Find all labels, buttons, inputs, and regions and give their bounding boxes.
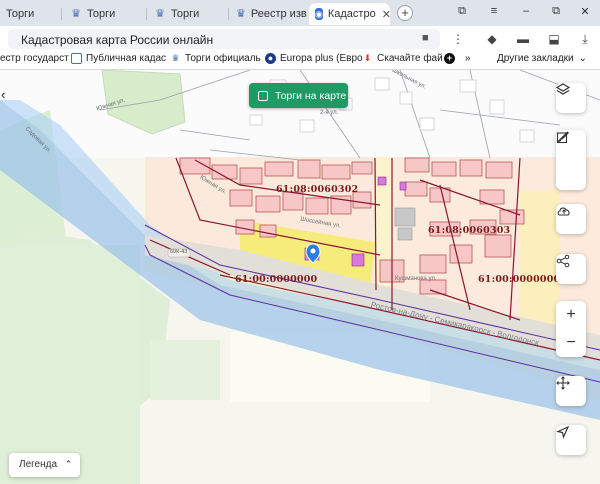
bookmark-label: Торги официаль xyxy=(185,53,261,64)
geolocation-control xyxy=(556,425,586,455)
extension-icon[interactable]: ◆ xyxy=(483,30,501,48)
street-label: Кушманова ул. xyxy=(395,276,437,282)
torgi-on-map-toggle[interactable]: Торги на карте xyxy=(249,83,348,108)
bookmark-label: естр государст xyxy=(0,53,69,64)
street-label: 2-я ул. xyxy=(320,110,339,116)
bookmark-item[interactable]: естр государст xyxy=(0,53,69,64)
browser-tab[interactable]: Торги xyxy=(0,3,60,25)
cadastral-label: 61:08:0060303 xyxy=(428,225,511,236)
tab-title: Торги xyxy=(171,8,200,20)
upload-control xyxy=(556,204,586,234)
torgi-on-map-label: Торги на карте xyxy=(275,89,347,102)
browser-tab-bar: Торги ♛ Торги ♛ Торги ♛ Реестр изве ◉ Ка… xyxy=(0,0,600,26)
tab-title: Кадастро xyxy=(327,8,376,20)
chevron-down-icon: ⌄ xyxy=(578,53,588,64)
cadastral-label: 61:00:0000000 xyxy=(478,274,561,285)
checkbox-icon xyxy=(258,90,268,101)
zoom-in-icon[interactable]: + xyxy=(556,301,586,329)
cadastre-icon: ◉ xyxy=(315,8,323,20)
bookmark-item[interactable]: ⬇ Скачайте фай xyxy=(362,53,443,64)
plus-circle-icon[interactable]: + xyxy=(444,53,459,64)
other-bookmarks[interactable]: Другие закладки ⌄ xyxy=(497,53,587,64)
more-icon[interactable]: ⋮ xyxy=(449,30,467,48)
europa-plus-icon: ● xyxy=(265,53,276,64)
edit-icon[interactable] xyxy=(556,132,586,190)
download-icon[interactable]: ⤓ xyxy=(576,30,594,48)
bookmark-label: Europa plus (Евро xyxy=(280,53,363,64)
zoom-out-icon[interactable]: − xyxy=(556,329,586,357)
download-file-icon: ⬇ xyxy=(363,53,372,63)
address-text: Кадастровая карта России онлайн xyxy=(21,33,214,47)
bookmark-item[interactable]: Публичная кадас xyxy=(71,53,166,64)
restore-icon[interactable]: ⧉ xyxy=(549,5,563,18)
bookmark-label: Публичная кадас xyxy=(86,53,167,64)
minimize-icon[interactable]: – xyxy=(519,5,533,17)
browser-tab[interactable]: ♛ Торги xyxy=(64,3,144,25)
torgi-icon: ♛ xyxy=(71,8,81,20)
legend-label: Легенда xyxy=(19,459,58,470)
back-arrow-icon[interactable]: ‹ xyxy=(1,87,5,102)
move-icon[interactable] xyxy=(556,376,586,406)
zoom-control: + − xyxy=(556,301,586,357)
tab-title: Торги xyxy=(6,8,35,20)
tabs-list-icon[interactable]: ⧉ xyxy=(455,5,469,18)
bookmarks-bar: естр государст Публичная кадас ♛ Торги о… xyxy=(0,51,600,70)
bookmark-item[interactable]: ● Europa plus (Евро xyxy=(265,53,363,64)
tab-title: Торги xyxy=(87,8,116,20)
share-icon[interactable] xyxy=(556,254,586,284)
road-badge: 60К-43 xyxy=(170,249,188,255)
navigation-arrow-icon[interactable] xyxy=(556,425,586,455)
menu-icon[interactable]: ≡ xyxy=(487,5,501,17)
cloud-upload-icon[interactable] xyxy=(556,204,586,234)
cadastral-label: 61:08:0060302 xyxy=(276,184,359,195)
tab-title: Реестр изве xyxy=(250,8,307,20)
cadastral-label: 61:00:0000000 xyxy=(235,274,318,285)
torgi-icon: ♛ xyxy=(236,8,246,20)
bookmark-item[interactable]: ♛ Торги официаль xyxy=(170,53,261,64)
chevron-up-icon: ⌃ xyxy=(64,459,73,469)
share-control xyxy=(556,254,586,284)
browser-tab-active[interactable]: ◉ Кадастро ✕ xyxy=(309,3,390,25)
torgi-icon: ♛ xyxy=(171,53,180,63)
layers-icon[interactable] xyxy=(556,83,586,113)
address-bar-row: Кадастровая карта России онлайн ■ ⋮ ◆ ▬ … xyxy=(0,26,600,51)
browser-tab[interactable]: ♛ Торги xyxy=(148,3,228,25)
legend-toggle[interactable]: Легенда ⌃ xyxy=(9,453,80,477)
address-field[interactable]: Кадастровая карта России онлайн ■ xyxy=(8,29,440,49)
folder-icon xyxy=(71,53,82,64)
more-bookmarks-icon[interactable]: » xyxy=(465,53,471,64)
close-window-icon[interactable]: ✕ xyxy=(578,5,592,18)
browser-tab[interactable]: ♛ Реестр изве xyxy=(230,3,307,25)
close-tab-icon[interactable]: ✕ xyxy=(382,8,390,21)
layers-control[interactable] xyxy=(556,83,586,113)
draw-tools-control xyxy=(556,130,586,190)
extension-icon[interactable]: ▬ xyxy=(514,30,532,48)
cadastral-map[interactable]: 60К-43 Садовая ул. Южная ул. Школьная ул… xyxy=(0,70,600,484)
torgi-icon: ♛ xyxy=(155,8,165,20)
other-bookmarks-label: Другие закладки xyxy=(497,53,574,64)
bookmark-icon[interactable]: ■ xyxy=(422,32,429,44)
new-tab-button[interactable]: + xyxy=(397,5,413,21)
extension-icon[interactable]: ⬓ xyxy=(545,30,563,48)
bookmark-label: Скачайте фай xyxy=(377,53,443,64)
pan-control xyxy=(556,376,586,406)
